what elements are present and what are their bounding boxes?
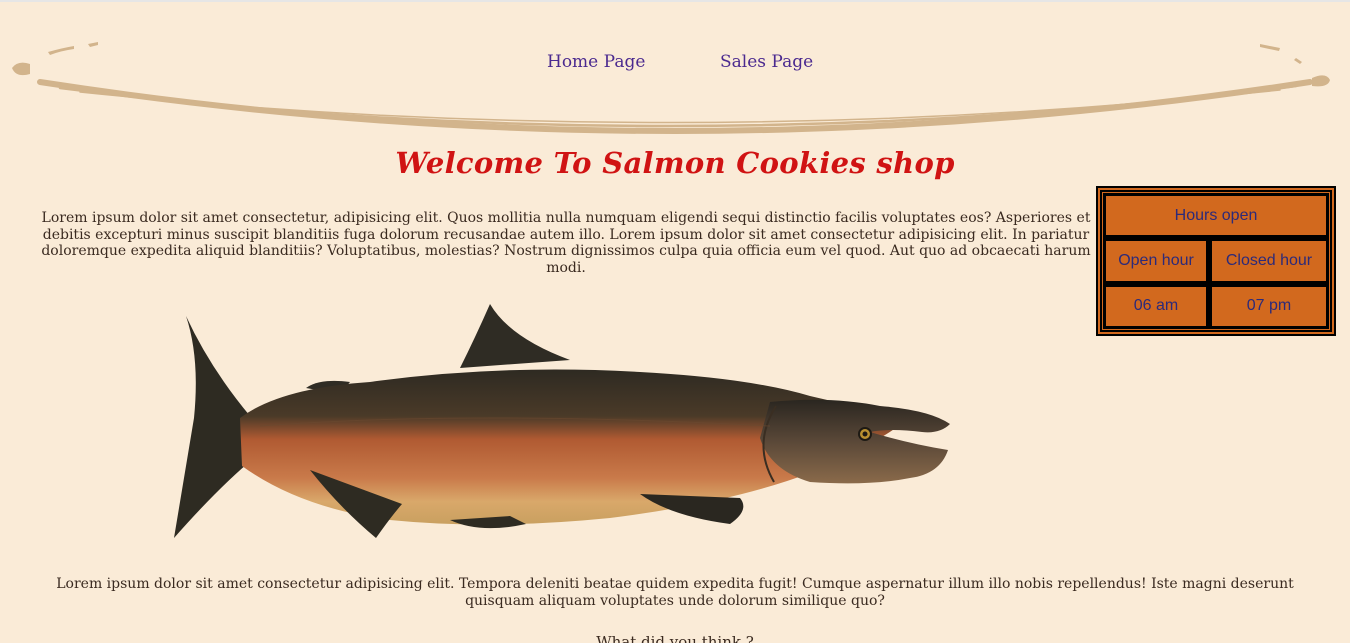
page-title: Welcome To Salmon Cookies shop [395,146,955,180]
closed-hour-label: Closed hour [1209,238,1329,284]
hours-heading-row: Hours open [1103,192,1329,239]
intro-paragraph: Lorem ipsum dolor sit amet consectetur, … [41,210,1091,276]
salmon-head [760,399,950,484]
hours-table: Hours open Open hour Closed hour 06 am 0… [1096,186,1336,336]
header-banner [12,42,1330,134]
outro-paragraph: Lorem ipsum dolor sit amet consectetur a… [56,576,1294,609]
main-nav: Home Page Sales Page [0,52,1350,76]
hours-heading-cell: Hours open [1103,192,1329,239]
banner-left-tick [88,42,98,47]
nav-home-link[interactable]: Home Page [547,52,645,72]
open-hour-value: 06 am [1102,283,1210,330]
hours-table-grid: Hours open Open hour Closed hour 06 am 0… [1100,190,1332,332]
open-hour-label: Open hour [1102,238,1210,284]
nav-sales-link[interactable]: Sales Page [720,52,813,72]
hours-label-row: Open hour Closed hour [1102,238,1329,284]
closed-hour-value: 07 pm [1209,283,1329,330]
salmon-dorsal-fin [460,304,570,368]
banner-stroke-thin [79,89,1281,124]
salmon-image [174,304,950,538]
banner-right-curl [1312,75,1330,87]
salmon-pupil [862,431,868,437]
banner-right-dash [1260,44,1280,51]
hours-value-row: 06 am 07 pm [1102,283,1329,330]
top-border [0,0,1350,2]
feedback-question: What did you think ? [596,633,754,643]
